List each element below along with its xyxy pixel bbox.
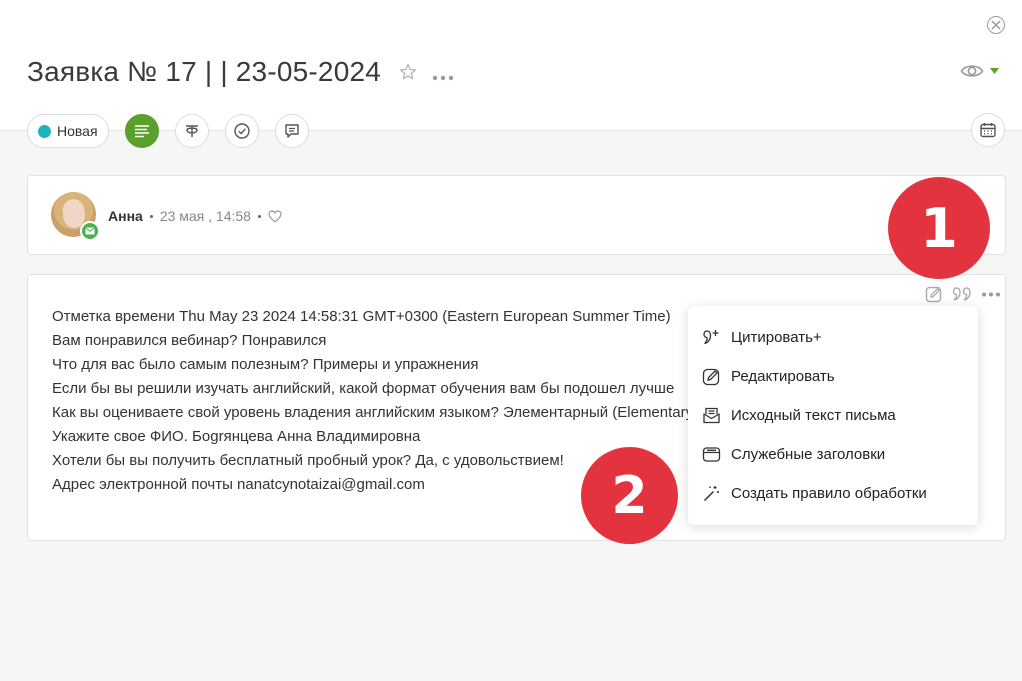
message-date: 23 мая , 14:58 (159, 208, 251, 224)
page-title: Заявка № 17 | | 23-05-2024 (27, 56, 382, 87)
menu-item-create-rule[interactable]: Создать правило обработки (688, 474, 978, 513)
edit-icon (702, 367, 721, 386)
close-icon (991, 20, 1001, 30)
menu-item-label: Редактировать (731, 368, 835, 385)
fields-button[interactable] (174, 114, 209, 148)
message-line: Вам понравился вебинар? Понравился (52, 332, 327, 349)
check-circle-icon (233, 123, 250, 139)
edit-message-button[interactable] (925, 285, 943, 303)
close-button[interactable] (987, 16, 1005, 34)
messages-view-button[interactable] (124, 114, 159, 148)
menu-item-label: Создать правило обработки (731, 485, 927, 502)
heart-icon[interactable] (268, 209, 282, 223)
magic-wand-icon (702, 484, 721, 503)
menu-item-label: Служебные заголовки (731, 446, 886, 463)
menu-item-headers[interactable]: Служебные заголовки (688, 435, 978, 474)
status-button[interactable]: Новая (27, 114, 109, 148)
email-channel-badge (80, 221, 100, 241)
lines-list-icon (134, 125, 149, 138)
message-line: Если бы вы решили изучать английский, ка… (52, 380, 675, 397)
ticket-toolbar: Новая (27, 113, 309, 149)
tasks-button[interactable] (224, 114, 259, 148)
status-label: Новая (57, 123, 98, 139)
envelope-source-icon (702, 406, 721, 425)
visibility-toggle[interactable] (960, 62, 999, 80)
pencil-square-icon (925, 286, 942, 303)
eye-icon (960, 65, 984, 77)
menu-item-label: Цитировать+ (731, 329, 822, 346)
quote-plus-icon (702, 328, 721, 347)
field-phi-icon (185, 125, 198, 137)
message-line: Укажите свое ФИО. Бogrянцева Анна Владим… (52, 428, 421, 445)
message-line: Отметка времени Thu May 23 2024 14:58:31… (52, 308, 671, 325)
author-card: Анна 23 мая , 14:58 (27, 175, 1006, 255)
separator-dot (149, 214, 153, 218)
avatar[interactable] (51, 192, 100, 241)
author-name[interactable]: Анна (108, 208, 143, 224)
calendar-icon (980, 123, 996, 138)
quote-icon (952, 287, 971, 301)
author-info: Анна 23 мая , 14:58 (108, 208, 282, 224)
menu-item-edit[interactable]: Редактировать (688, 357, 978, 396)
comments-button[interactable] (274, 114, 309, 148)
menu-item-source[interactable]: Исходный текст письма (688, 396, 978, 435)
headers-icon (702, 445, 721, 464)
chat-bubble-icon (284, 124, 299, 138)
ticket-header: Заявка № 17 | | 23-05-2024 (0, 0, 1022, 131)
menu-item-quote-plus[interactable]: Цитировать+ (688, 318, 978, 357)
message-line: Что для вас было самым полезным? Примеры… (52, 356, 479, 373)
more-dots-icon (982, 292, 1000, 296)
message-actions (925, 285, 1001, 303)
favorite-star-icon[interactable] (398, 62, 418, 87)
step-marker-2: 2 (581, 447, 678, 544)
menu-item-label: Исходный текст письма (731, 407, 896, 424)
message-more-button[interactable] (981, 292, 1001, 297)
more-options-icon[interactable] (432, 68, 454, 86)
quote-button[interactable] (952, 285, 972, 303)
step-marker-1: 1 (888, 177, 990, 279)
status-indicator (38, 124, 51, 138)
envelope-icon (85, 227, 95, 235)
message-line: Как вы оцениваете свой уровень владения … (52, 404, 692, 421)
calendar-button[interactable] (971, 113, 1005, 147)
message-actions-menu: Цитировать+ Редактировать Исходный текст… (688, 306, 978, 525)
chevron-down-icon (990, 68, 999, 74)
separator-dot (257, 214, 261, 218)
